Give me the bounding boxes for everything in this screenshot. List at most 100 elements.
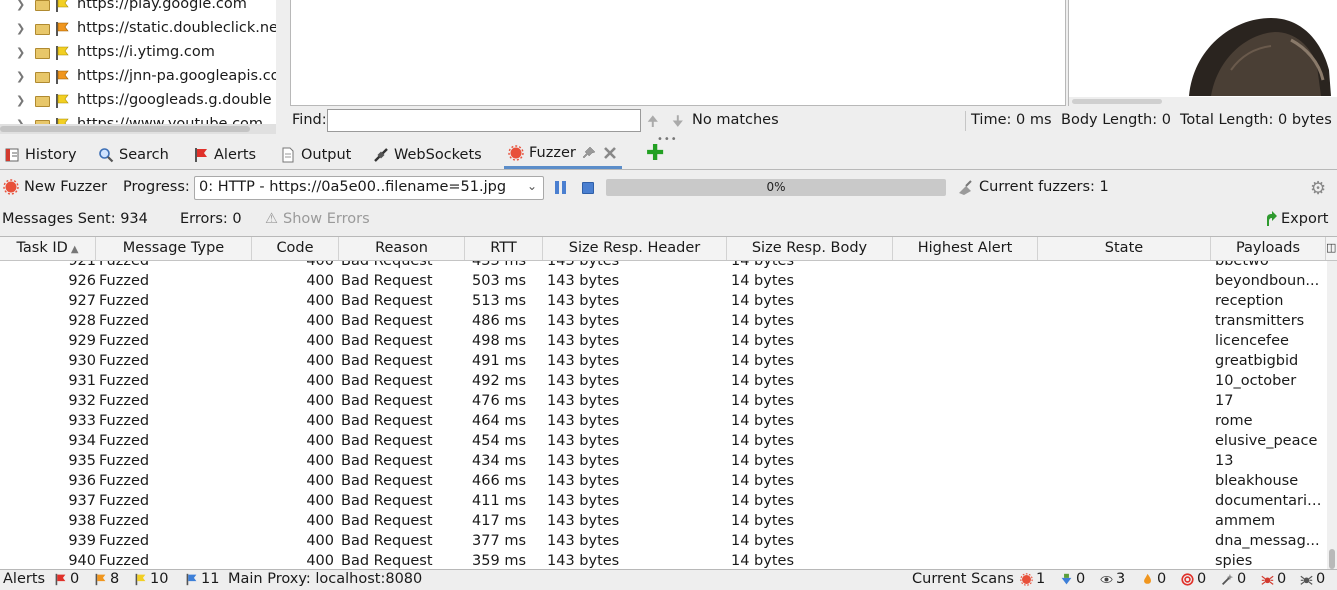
add-tab-icon[interactable]: ✚ bbox=[646, 143, 664, 165]
column-header-rtt[interactable]: RTT bbox=[465, 237, 543, 260]
table-row[interactable]: 937 Fuzzed 400 Bad Request 411 ms 143 bytes 14… bbox=[0, 491, 1327, 511]
tab-websockets[interactable]: WebSockets bbox=[369, 140, 486, 169]
bottom-tab-bar: History Search Alerts Output WebSockets … bbox=[0, 140, 1337, 170]
scan-websocket[interactable]: 0 bbox=[1300, 571, 1325, 587]
tree-node[interactable]: ❯ https://jnn-pa.googleapis.co bbox=[0, 66, 276, 90]
pause-icon[interactable] bbox=[555, 181, 566, 194]
table-row[interactable]: 936 Fuzzed 400 Bad Request 466 ms 143 bytes 14… bbox=[0, 471, 1327, 491]
cell-payload: transmitters bbox=[1215, 313, 1305, 329]
tab-history[interactable]: History bbox=[0, 140, 81, 169]
scrollbar-thumb[interactable] bbox=[0, 126, 250, 132]
column-header-size-resp-body[interactable]: Size Resp. Body bbox=[727, 237, 893, 260]
tree-node-label: https://i.ytimg.com bbox=[77, 44, 215, 60]
cell-reason: Bad Request bbox=[341, 513, 433, 529]
cell-task-id: 927 bbox=[68, 293, 96, 309]
tab-search[interactable]: Search bbox=[94, 140, 173, 169]
scrollbar-thumb[interactable] bbox=[1072, 99, 1162, 104]
table-row[interactable]: 935 Fuzzed 400 Bad Request 434 ms 143 bytes 14… bbox=[0, 451, 1327, 471]
table-row[interactable]: 929 Fuzzed 400 Bad Request 498 ms 143 bytes 14… bbox=[0, 331, 1327, 351]
alerts-info[interactable]: 11 bbox=[185, 571, 219, 587]
tree-node[interactable]: ❯ https://play.google.com bbox=[0, 0, 276, 18]
table-row[interactable]: 934 Fuzzed 400 Bad Request 454 ms 143 bytes 14… bbox=[0, 431, 1327, 451]
table-row[interactable]: 939 Fuzzed 400 Bad Request 377 ms 143 bytes 14… bbox=[0, 531, 1327, 551]
site-tree[interactable]: ❯ https://play.google.com ❯ https://stat… bbox=[0, 0, 276, 124]
column-header-payloads[interactable]: Payloads bbox=[1211, 237, 1326, 260]
tree-node[interactable]: ❯ https://googleads.g.double bbox=[0, 90, 276, 114]
cell-message-type: Fuzzed bbox=[99, 553, 150, 569]
tree-node[interactable]: ❯ https://i.ytimg.com bbox=[0, 42, 276, 66]
export-button[interactable]: Export bbox=[1265, 211, 1328, 227]
column-header-task-id[interactable]: Task ID ▲ bbox=[0, 237, 96, 260]
alerts-label: Alerts bbox=[3, 571, 46, 587]
show-errors-button[interactable]: ⚠ Show Errors bbox=[265, 211, 370, 227]
table-row[interactable]: 927 Fuzzed 400 Bad Request 513 ms 143 bytes 14… bbox=[0, 291, 1327, 311]
scan-forced-count: 0 bbox=[1197, 571, 1207, 587]
scan-fuzzer[interactable]: 0 bbox=[1141, 571, 1166, 587]
tree-node[interactable]: ❯ https://static.doubleclick.ne bbox=[0, 18, 276, 42]
table-scrollbar[interactable] bbox=[1327, 261, 1337, 569]
table-row[interactable]: 932 Fuzzed 400 Bad Request 476 ms 143 bytes 14… bbox=[0, 391, 1327, 411]
column-header-size-resp-header[interactable]: Size Resp. Header bbox=[543, 237, 727, 260]
chevron-right-icon[interactable]: ❯ bbox=[16, 22, 25, 35]
chevron-right-icon[interactable]: ❯ bbox=[16, 94, 25, 107]
cell-size-resp-header: 143 bytes bbox=[547, 313, 620, 329]
tab-output[interactable]: Output bbox=[276, 140, 355, 169]
table-row[interactable]: 938 Fuzzed 400 Bad Request 417 ms 143 bytes 14… bbox=[0, 511, 1327, 531]
image-scrollbar[interactable] bbox=[1069, 97, 1337, 106]
chevron-down-icon[interactable]: ⌄ bbox=[527, 179, 537, 193]
column-chooser-icon[interactable]: ◫ bbox=[1326, 241, 1336, 254]
chevron-right-icon[interactable]: ❯ bbox=[16, 70, 25, 83]
cell-size-resp-body: 14 bytes bbox=[731, 453, 795, 469]
tab-alerts[interactable]: Alerts bbox=[189, 140, 260, 169]
scan-manual[interactable]: 0 bbox=[1221, 571, 1246, 587]
close-icon[interactable] bbox=[602, 145, 618, 161]
cell-code: 400 bbox=[306, 273, 334, 289]
gear-icon[interactable]: ⚙ bbox=[1310, 178, 1326, 199]
chevron-right-icon[interactable]: ❯ bbox=[16, 0, 25, 11]
alerts-high[interactable]: 0 bbox=[54, 571, 79, 587]
alerts-medium[interactable]: 8 bbox=[94, 571, 119, 587]
scan-active[interactable]: 1 bbox=[1020, 571, 1045, 587]
chevron-right-icon[interactable]: ❯ bbox=[16, 46, 25, 59]
arrow-down-icon[interactable]: 🠋 bbox=[672, 111, 684, 135]
fuzzer-select[interactable]: 0: HTTP - https://0a5e00..filename=51.jp… bbox=[194, 176, 544, 200]
column-header-reason[interactable]: Reason bbox=[339, 237, 465, 260]
scan-forced[interactable]: 0 bbox=[1181, 571, 1206, 587]
tab-fuzzer[interactable]: Fuzzer bbox=[504, 140, 622, 169]
table-row[interactable]: 931 Fuzzed 400 Bad Request 492 ms 143 bytes 14… bbox=[0, 371, 1327, 391]
scan-ajax[interactable]: 0 bbox=[1261, 571, 1286, 587]
scrollbar-thumb[interactable] bbox=[1329, 549, 1335, 569]
new-fuzzer-button[interactable]: New Fuzzer bbox=[3, 179, 107, 195]
table-body[interactable]: 921 Fuzzed 400 Bad Request 433 ms 143 bytes 14… bbox=[0, 258, 1327, 569]
table-row[interactable]: 928 Fuzzed 400 Bad Request 486 ms 143 bytes 14… bbox=[0, 311, 1327, 331]
pin-icon[interactable] bbox=[581, 145, 597, 161]
response-body-pane[interactable] bbox=[290, 0, 1066, 106]
cell-size-resp-body: 14 bytes bbox=[731, 413, 795, 429]
table-row[interactable]: 926 Fuzzed 400 Bad Request 503 ms 143 bytes 14… bbox=[0, 271, 1327, 291]
scan-passive[interactable]: 3 bbox=[1100, 571, 1125, 587]
table-row[interactable]: 940 Fuzzed 400 Bad Request 359 ms 143 bytes 14… bbox=[0, 551, 1327, 569]
fuzzer-icon bbox=[3, 179, 19, 195]
cell-code: 400 bbox=[306, 293, 334, 309]
column-header-highest-alert[interactable]: Highest Alert bbox=[893, 237, 1038, 260]
cell-rtt: 464 ms bbox=[472, 413, 526, 429]
cell-size-resp-header: 143 bytes bbox=[547, 433, 620, 449]
table-row[interactable]: 930 Fuzzed 400 Bad Request 491 ms 143 bytes 14… bbox=[0, 351, 1327, 371]
cell-payload: 13 bbox=[1215, 453, 1234, 469]
bug-icon bbox=[1300, 575, 1313, 585]
table-row[interactable]: 933 Fuzzed 400 Bad Request 464 ms 143 bytes 14… bbox=[0, 411, 1327, 431]
stop-icon[interactable] bbox=[582, 182, 594, 194]
alerts-low[interactable]: 10 bbox=[134, 571, 168, 587]
cell-task-id: 933 bbox=[68, 413, 96, 429]
cell-reason: Bad Request bbox=[341, 413, 433, 429]
column-header-code[interactable]: Code bbox=[252, 237, 339, 260]
column-header-message-type[interactable]: Message Type bbox=[96, 237, 252, 260]
image-preview-pane[interactable] bbox=[1068, 0, 1337, 106]
arrow-up-icon[interactable]: 🠉 bbox=[647, 111, 659, 135]
column-header-state[interactable]: State bbox=[1038, 237, 1211, 260]
cell-code: 400 bbox=[306, 373, 334, 389]
tree-node[interactable]: ❯ https://www.youtube.com bbox=[0, 114, 276, 124]
scan-spider[interactable]: 0 bbox=[1060, 571, 1085, 587]
site-tree-scrollbar[interactable] bbox=[0, 124, 276, 134]
find-input[interactable] bbox=[327, 109, 641, 132]
